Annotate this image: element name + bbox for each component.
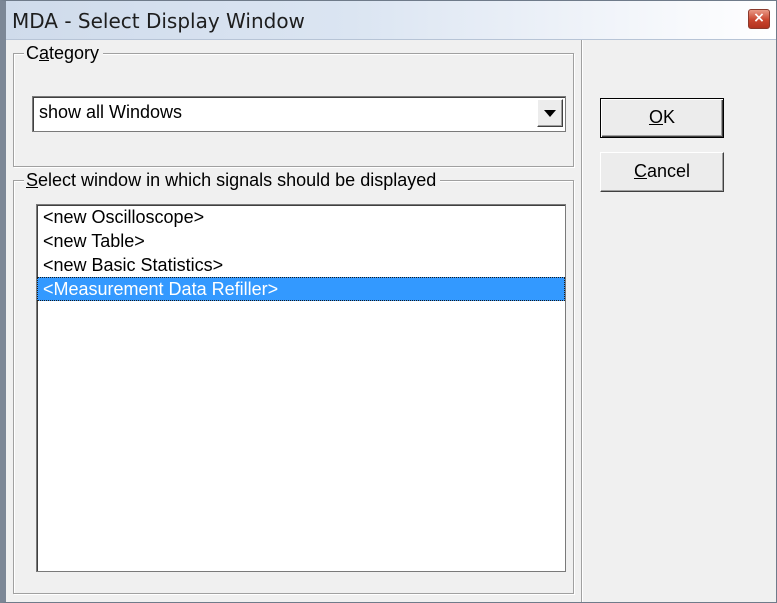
list-item-new-oscilloscope[interactable]: <new Oscilloscope>	[37, 205, 565, 229]
category-dropdown-button[interactable]	[537, 99, 563, 127]
close-icon: ×	[753, 10, 765, 26]
category-label: Category	[24, 43, 104, 63]
category-groupbox: Category show all Windows	[13, 43, 574, 167]
list-item-new-basic-statistics[interactable]: <new Basic Statistics>	[37, 253, 565, 277]
dialog-window: MDA - Select Display Window × Category s…	[0, 0, 777, 603]
ok-button[interactable]: OK	[600, 98, 724, 138]
title-bar[interactable]: MDA - Select Display Window ×	[6, 1, 776, 40]
chevron-down-icon	[544, 110, 556, 117]
select-window-label: Select window in which signals should be…	[24, 170, 441, 190]
dialog-body: Category show all Windows Select window …	[6, 40, 776, 602]
category-select-value: show all Windows	[39, 102, 183, 122]
window-title: MDA - Select Display Window	[12, 9, 305, 33]
window-listbox[interactable]: <new Oscilloscope> <new Table> <new Basi…	[36, 204, 566, 572]
close-button[interactable]: ×	[748, 9, 770, 29]
panel-divider	[581, 40, 583, 602]
select-window-groupbox: Select window in which signals should be…	[13, 170, 574, 594]
list-item-new-table[interactable]: <new Table>	[37, 229, 565, 253]
category-select[interactable]: show all Windows	[32, 96, 566, 132]
list-item-measurement-data-refiller[interactable]: <Measurement Data Refiller>	[37, 277, 565, 301]
cancel-button[interactable]: Cancel	[600, 152, 724, 192]
